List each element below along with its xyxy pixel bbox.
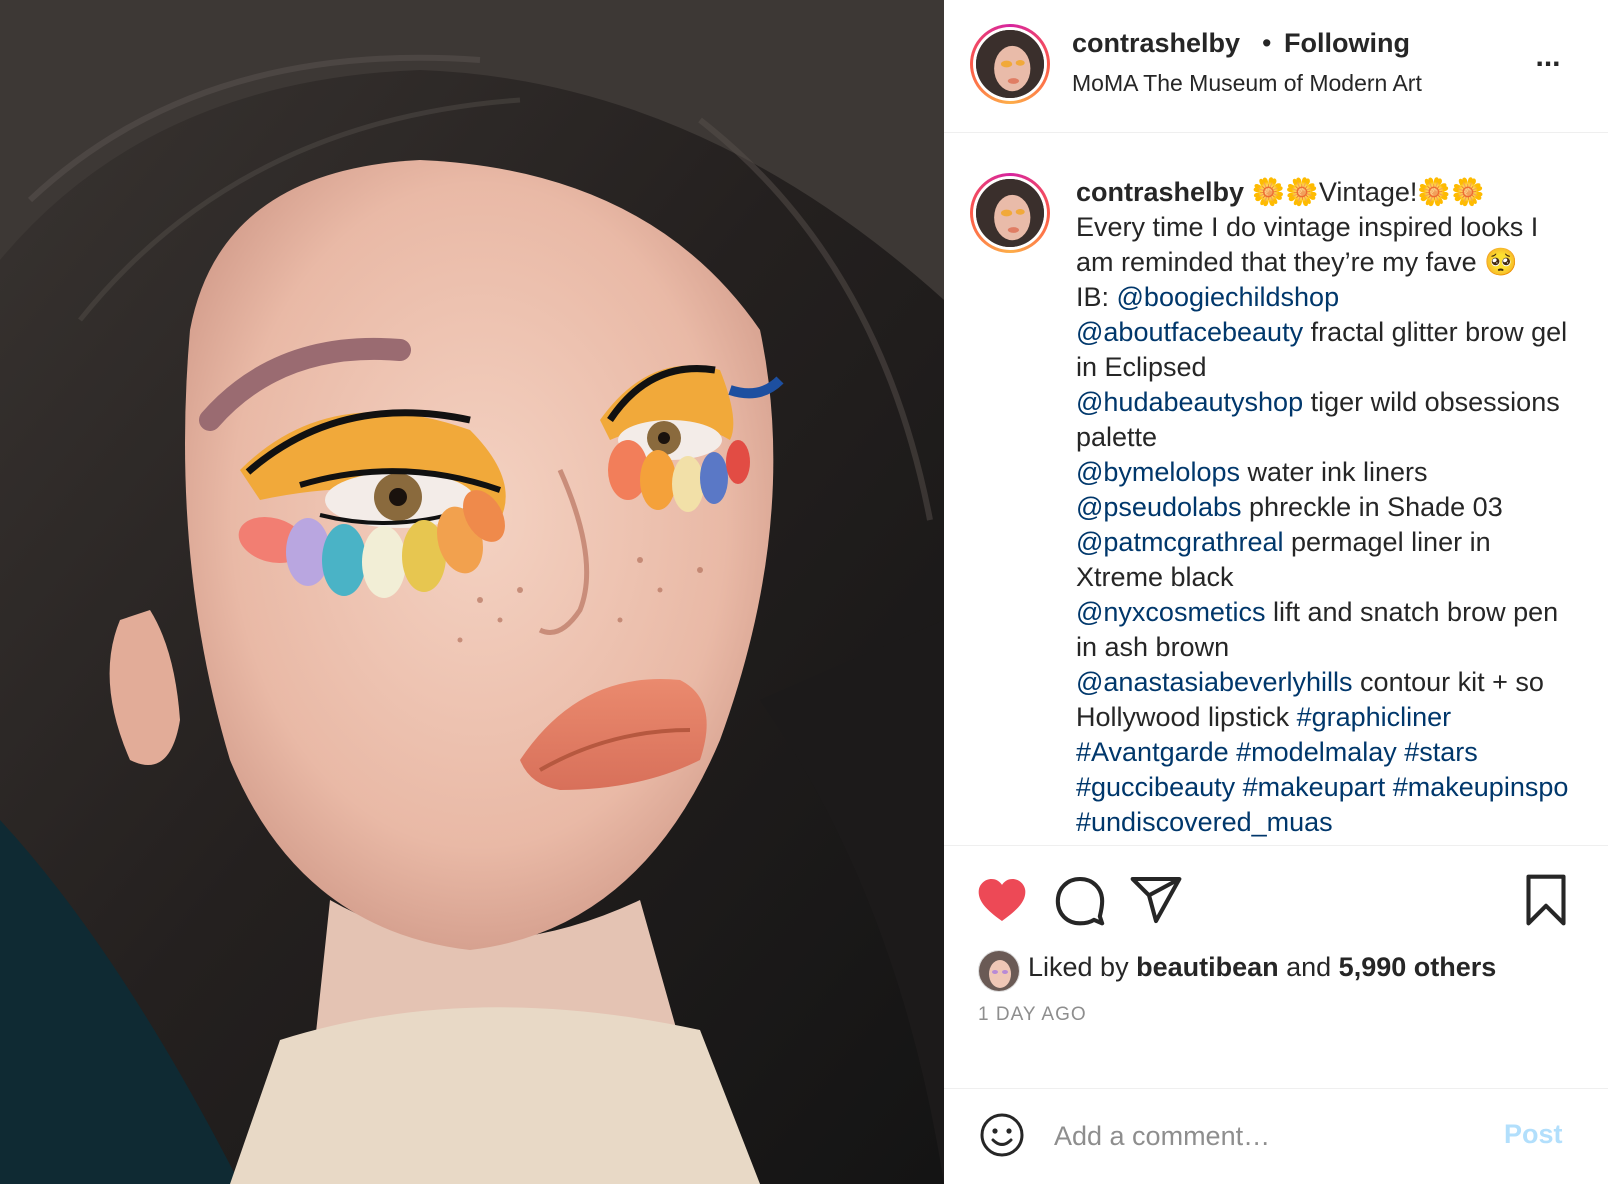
author-username[interactable]: contrashelby [1072, 28, 1240, 59]
bookmark-icon [1526, 874, 1566, 926]
author-avatar[interactable] [970, 24, 1050, 104]
hashtag-link[interactable]: #modelmalay [1236, 737, 1397, 767]
hashtag-link[interactable]: #stars [1404, 737, 1478, 767]
comment-button[interactable] [1052, 872, 1108, 928]
smiley-icon [980, 1113, 1024, 1157]
avatar-image [976, 30, 1044, 98]
hashtag-link[interactable]: #undiscovered_muas [1076, 807, 1333, 837]
likes-prefix: Liked by [1028, 952, 1137, 982]
caption-ib-prefix: IB: [1076, 282, 1117, 312]
mention-link[interactable]: @pseudolabs [1076, 492, 1242, 522]
liker-portrait-icon [979, 951, 1019, 991]
comment-icon [1055, 876, 1105, 926]
comments-section[interactable]: contrashelby 🌼🌼Vintage!🌼🌼 Every time I d… [944, 133, 1608, 845]
avatar-portrait-icon [976, 179, 1044, 247]
emoji-picker-button[interactable] [978, 1111, 1026, 1159]
more-options-icon[interactable]: ... [1528, 42, 1568, 84]
post-photo[interactable] [0, 0, 944, 1184]
caption-author-avatar[interactable] [970, 173, 1050, 253]
share-button[interactable] [1128, 872, 1184, 928]
post-timestamp[interactable]: 1 DAY AGO [978, 1004, 1087, 1026]
save-button[interactable] [1518, 872, 1574, 928]
likes-count-link[interactable]: 5,990 others [1339, 952, 1497, 982]
mention-text: water ink liners [1239, 457, 1428, 487]
add-comment-bar: Post [944, 1088, 1608, 1185]
liker-avatar[interactable] [978, 950, 1020, 992]
avatar-portrait-icon [976, 30, 1044, 98]
hashtag-link[interactable]: #graphicliner [1297, 702, 1452, 732]
caption-text: Every time I do vintage inspired looks I… [1076, 212, 1539, 277]
mention-link[interactable]: @aboutfacebeauty [1076, 317, 1303, 347]
separator-dot: • [1262, 28, 1272, 58]
hashtag-link[interactable]: #Avantgarde [1076, 737, 1229, 767]
caption-title: 🌼🌼Vintage!🌼🌼 [1251, 177, 1485, 207]
post-side-panel: contrashelby • Following MoMA The Museum… [944, 0, 1608, 1184]
post-caption: contrashelby 🌼🌼Vintage!🌼🌼 Every time I d… [1076, 175, 1576, 840]
hashtag-link[interactable]: #makeupart [1243, 772, 1386, 802]
likes-middle: and [1278, 952, 1339, 982]
mention-link[interactable]: @anastasiabeverlyhills [1076, 667, 1353, 697]
mention-link[interactable]: @nyxcosmetics [1076, 597, 1265, 627]
instagram-post: contrashelby • Following MoMA The Museum… [0, 0, 1608, 1184]
portrait-image [0, 0, 944, 1184]
post-comment-button[interactable]: Post [1504, 1119, 1563, 1150]
like-button[interactable] [974, 872, 1030, 928]
hashtag-link[interactable]: #guccibeauty [1076, 772, 1235, 802]
heart-filled-icon [978, 879, 1026, 921]
post-actions: Liked by beautibean and 5,990 others 1 D… [944, 845, 1608, 1076]
location-link[interactable]: MoMA The Museum of Modern Art [1072, 70, 1422, 97]
caption-username[interactable]: contrashelby [1076, 177, 1244, 207]
hashtag-link[interactable]: #makeupinspo [1393, 772, 1569, 802]
post-header: contrashelby • Following MoMA The Museum… [944, 0, 1608, 133]
following-button[interactable]: Following [1284, 28, 1410, 59]
mention-link[interactable]: @hudabeautyshop [1076, 387, 1303, 417]
share-icon [1130, 876, 1182, 924]
mention-link[interactable]: @boogiechildshop [1117, 282, 1340, 312]
liker-username[interactable]: beautibean [1136, 952, 1279, 982]
mention-text: phreckle in Shade 03 [1241, 492, 1503, 522]
comment-input[interactable] [1052, 1111, 1476, 1161]
mention-link[interactable]: @bymelolops [1076, 457, 1240, 487]
mention-link[interactable]: @patmcgrathreal [1076, 527, 1284, 557]
likes-summary: Liked by beautibean and 5,990 others [1028, 952, 1496, 983]
